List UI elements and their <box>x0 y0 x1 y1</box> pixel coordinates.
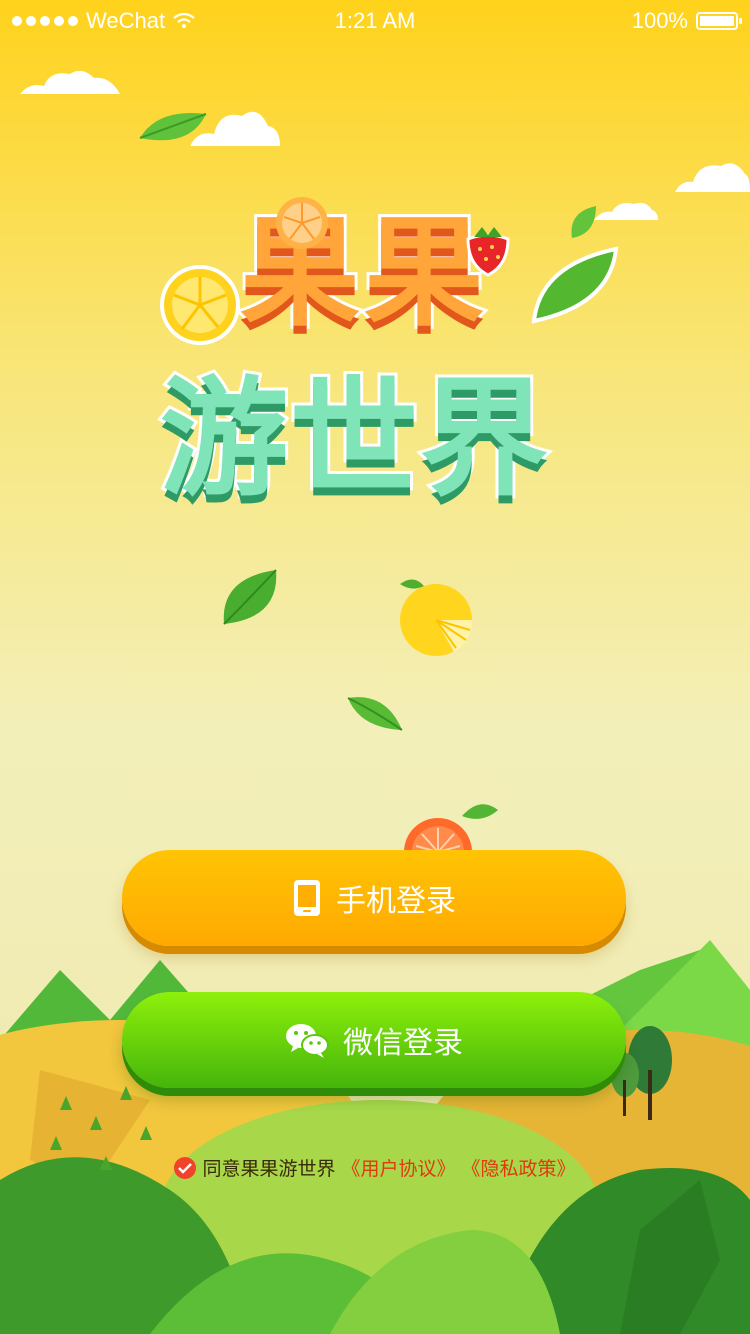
lemon-slice-icon <box>160 265 240 345</box>
app-logo: 果果 游世界 <box>150 175 620 517</box>
leaf-icon <box>347 697 403 731</box>
leaf-icon <box>223 569 277 625</box>
cloud-icon <box>675 163 750 192</box>
landscape-illustration <box>0 940 750 1334</box>
agreement-text: 同意果果游世界 <box>202 1158 336 1180</box>
wechat-icon <box>285 1021 329 1059</box>
strawberry-icon <box>466 227 510 277</box>
login-screen: 果果 游世界 手机登录 微信登录 同意果果游世界 《用户协议》 《隐私政策》 W… <box>0 0 750 1334</box>
agree-checkbox[interactable] <box>174 1156 197 1179</box>
leaf-icon <box>139 113 207 141</box>
phone-icon <box>292 879 322 917</box>
wechat-login-label: 微信登录 <box>343 1026 463 1061</box>
user-agreement-link[interactable]: 《用户协议》 <box>341 1154 455 1181</box>
privacy-policy-link[interactable]: 《隐私政策》 <box>462 1154 576 1181</box>
logo-title-line2: 游世界 <box>157 362 551 517</box>
orange-slice-icon <box>276 197 328 249</box>
battery-icon <box>696 12 742 30</box>
phone-login-label: 手机登录 <box>336 884 456 919</box>
status-bar: WeChat 1:21 AM 100% <box>0 0 750 40</box>
lemon-icon <box>400 579 473 656</box>
agreement-row: 同意果果游世界 《用户协议》 《隐私政策》 <box>0 1154 750 1181</box>
wechat-login-button[interactable]: 微信登录 <box>122 992 626 1088</box>
check-icon <box>178 1162 193 1174</box>
leaf-icon <box>531 246 619 324</box>
orange-icon <box>404 804 498 852</box>
phone-login-button[interactable]: 手机登录 <box>122 850 626 946</box>
battery-percent: 100% <box>631 8 688 33</box>
cloud-icon <box>20 70 120 94</box>
